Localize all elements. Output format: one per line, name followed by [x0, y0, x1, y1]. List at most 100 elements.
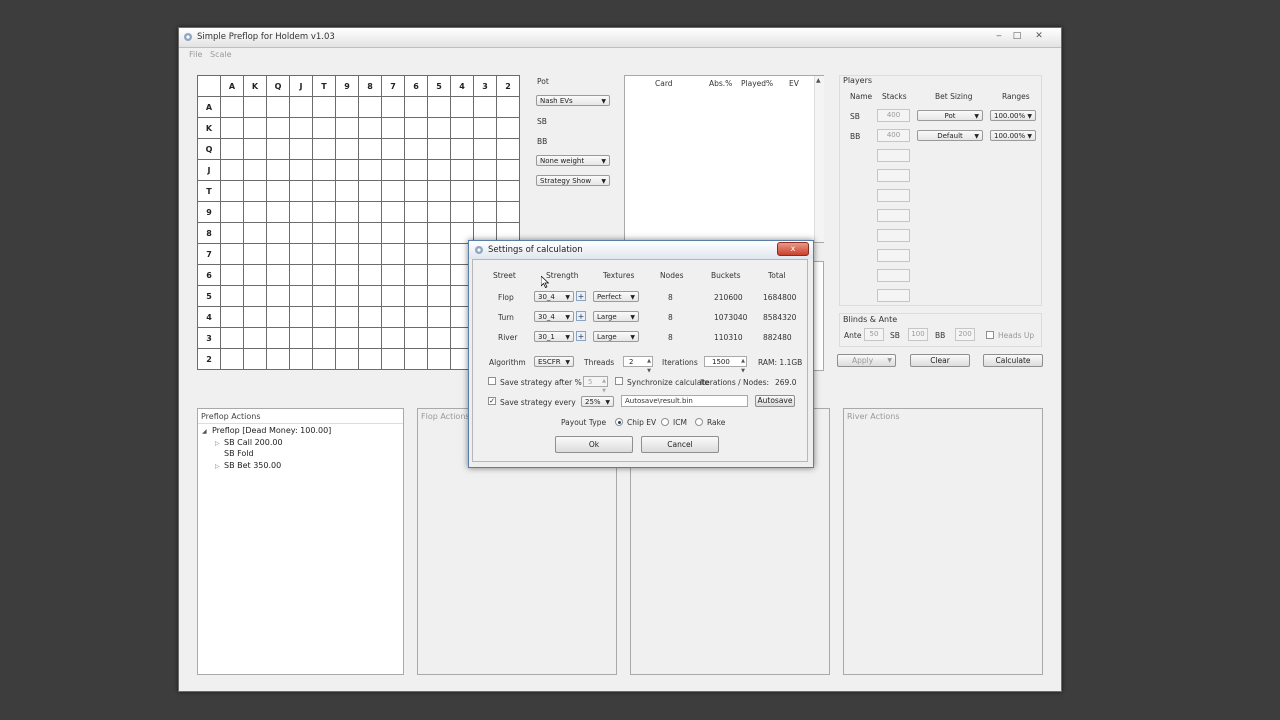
player-stack-input[interactable] — [877, 149, 910, 162]
hand-cell[interactable] — [266, 180, 290, 202]
hand-cell[interactable] — [358, 306, 382, 328]
hand-cell[interactable] — [381, 222, 405, 244]
player-stack-input[interactable] — [877, 189, 910, 202]
hand-cell[interactable] — [243, 96, 267, 118]
autosave-button[interactable]: Autosave — [755, 395, 795, 407]
hand-cell[interactable] — [220, 327, 244, 349]
strength-select[interactable]: 30_4 ▼ — [534, 311, 574, 322]
ante-input[interactable]: 50 — [864, 328, 884, 341]
menu-file[interactable]: File — [189, 50, 202, 59]
range-select[interactable]: 100.00% ▼ — [990, 110, 1036, 121]
hand-cell[interactable] — [404, 117, 428, 139]
hand-cell[interactable] — [381, 180, 405, 202]
strength-select[interactable]: 30_1 ▼ — [534, 331, 574, 342]
player-stack-input[interactable]: 400 — [877, 129, 910, 142]
rake-radio[interactable] — [695, 418, 703, 426]
hand-cell[interactable] — [358, 159, 382, 181]
blind-sb-input[interactable]: 100 — [908, 328, 928, 341]
menu-scale[interactable]: Scale — [210, 50, 232, 59]
tree-node[interactable]: SB Fold — [202, 449, 331, 461]
hand-cell[interactable] — [335, 348, 359, 370]
hand-cell[interactable] — [289, 201, 313, 223]
hand-cell[interactable] — [335, 306, 359, 328]
expand-icon[interactable]: ▷ — [215, 440, 224, 447]
hand-cell[interactable] — [335, 201, 359, 223]
hand-cell[interactable] — [243, 180, 267, 202]
hand-cell[interactable] — [289, 264, 313, 286]
hand-cell[interactable] — [427, 159, 451, 181]
texture-select[interactable]: Perfect ▼ — [593, 291, 639, 302]
algorithm-select[interactable]: ESCFR ▼ — [534, 356, 574, 367]
hand-cell[interactable] — [243, 138, 267, 160]
hand-cell[interactable] — [404, 222, 428, 244]
hand-cell[interactable] — [404, 159, 428, 181]
hand-cell[interactable] — [289, 96, 313, 118]
hand-cell[interactable] — [427, 306, 451, 328]
hand-cell[interactable] — [404, 264, 428, 286]
hand-cell[interactable] — [243, 264, 267, 286]
spin-arrows-icon[interactable]: ▲ ▼ — [602, 376, 606, 396]
hand-cell[interactable] — [289, 285, 313, 307]
hand-cell[interactable] — [289, 327, 313, 349]
hand-cell[interactable] — [496, 117, 520, 139]
hand-cell[interactable] — [358, 180, 382, 202]
hand-cell[interactable] — [404, 180, 428, 202]
hand-cell[interactable] — [404, 243, 428, 265]
maximize-icon[interactable]: □ — [1009, 30, 1025, 42]
hand-cell[interactable] — [243, 327, 267, 349]
hand-cell[interactable] — [358, 243, 382, 265]
card-table[interactable]: Card Abs.% Played% EV ▲ — [624, 75, 824, 243]
hand-cell[interactable] — [473, 117, 497, 139]
hand-cell[interactable] — [243, 201, 267, 223]
hand-cell[interactable] — [266, 222, 290, 244]
hand-cell[interactable] — [427, 180, 451, 202]
tree-node[interactable]: ◢ Preflop [Dead Money: 100.00] — [202, 426, 331, 438]
strategy-select[interactable]: Strategy Show ▼ — [536, 175, 610, 186]
hand-cell[interactable] — [289, 138, 313, 160]
hand-cell[interactable] — [266, 348, 290, 370]
hand-cell[interactable] — [243, 285, 267, 307]
hand-cell[interactable] — [266, 285, 290, 307]
hand-cell[interactable] — [381, 96, 405, 118]
add-strength-icon[interactable]: + — [576, 331, 586, 341]
bet-sizing-select[interactable]: Default ▼ — [917, 130, 983, 141]
hand-cell[interactable] — [473, 159, 497, 181]
calculate-button[interactable]: Calculate — [983, 354, 1043, 367]
hand-cell[interactable] — [220, 201, 244, 223]
synchronize-checkbox[interactable] — [615, 377, 623, 385]
hand-cell[interactable] — [358, 327, 382, 349]
hand-cell[interactable] — [335, 327, 359, 349]
collapse-icon[interactable]: ◢ — [202, 428, 212, 435]
hand-cell[interactable] — [220, 138, 244, 160]
hand-cell[interactable] — [427, 327, 451, 349]
hand-cell[interactable] — [335, 96, 359, 118]
chip-ev-radio[interactable] — [615, 418, 623, 426]
save-path-input[interactable]: Autosave\result.bin — [621, 395, 748, 407]
hand-cell[interactable] — [335, 159, 359, 181]
hand-cell[interactable] — [266, 306, 290, 328]
player-stack-input[interactable]: 400 — [877, 109, 910, 122]
hand-cell[interactable] — [312, 117, 336, 139]
hand-cell[interactable] — [312, 285, 336, 307]
close-icon[interactable]: ✕ — [1031, 30, 1047, 42]
hand-cell[interactable] — [312, 222, 336, 244]
hand-cell[interactable] — [358, 222, 382, 244]
hand-cell[interactable] — [220, 306, 244, 328]
hand-cell[interactable] — [404, 348, 428, 370]
hand-cell[interactable] — [335, 222, 359, 244]
hand-cell[interactable] — [381, 243, 405, 265]
hand-cell[interactable] — [266, 327, 290, 349]
hand-cell[interactable] — [381, 138, 405, 160]
hand-cell[interactable] — [450, 138, 474, 160]
hand-cell[interactable] — [358, 117, 382, 139]
add-strength-icon[interactable]: + — [576, 311, 586, 321]
player-stack-input[interactable] — [877, 269, 910, 282]
hand-cell[interactable] — [381, 159, 405, 181]
hand-cell[interactable] — [427, 285, 451, 307]
expand-icon[interactable]: ▷ — [215, 463, 224, 470]
hand-cell[interactable] — [381, 327, 405, 349]
hand-cell[interactable] — [427, 96, 451, 118]
hand-cell[interactable] — [220, 348, 244, 370]
hand-cell[interactable] — [473, 138, 497, 160]
hand-cell[interactable] — [358, 138, 382, 160]
